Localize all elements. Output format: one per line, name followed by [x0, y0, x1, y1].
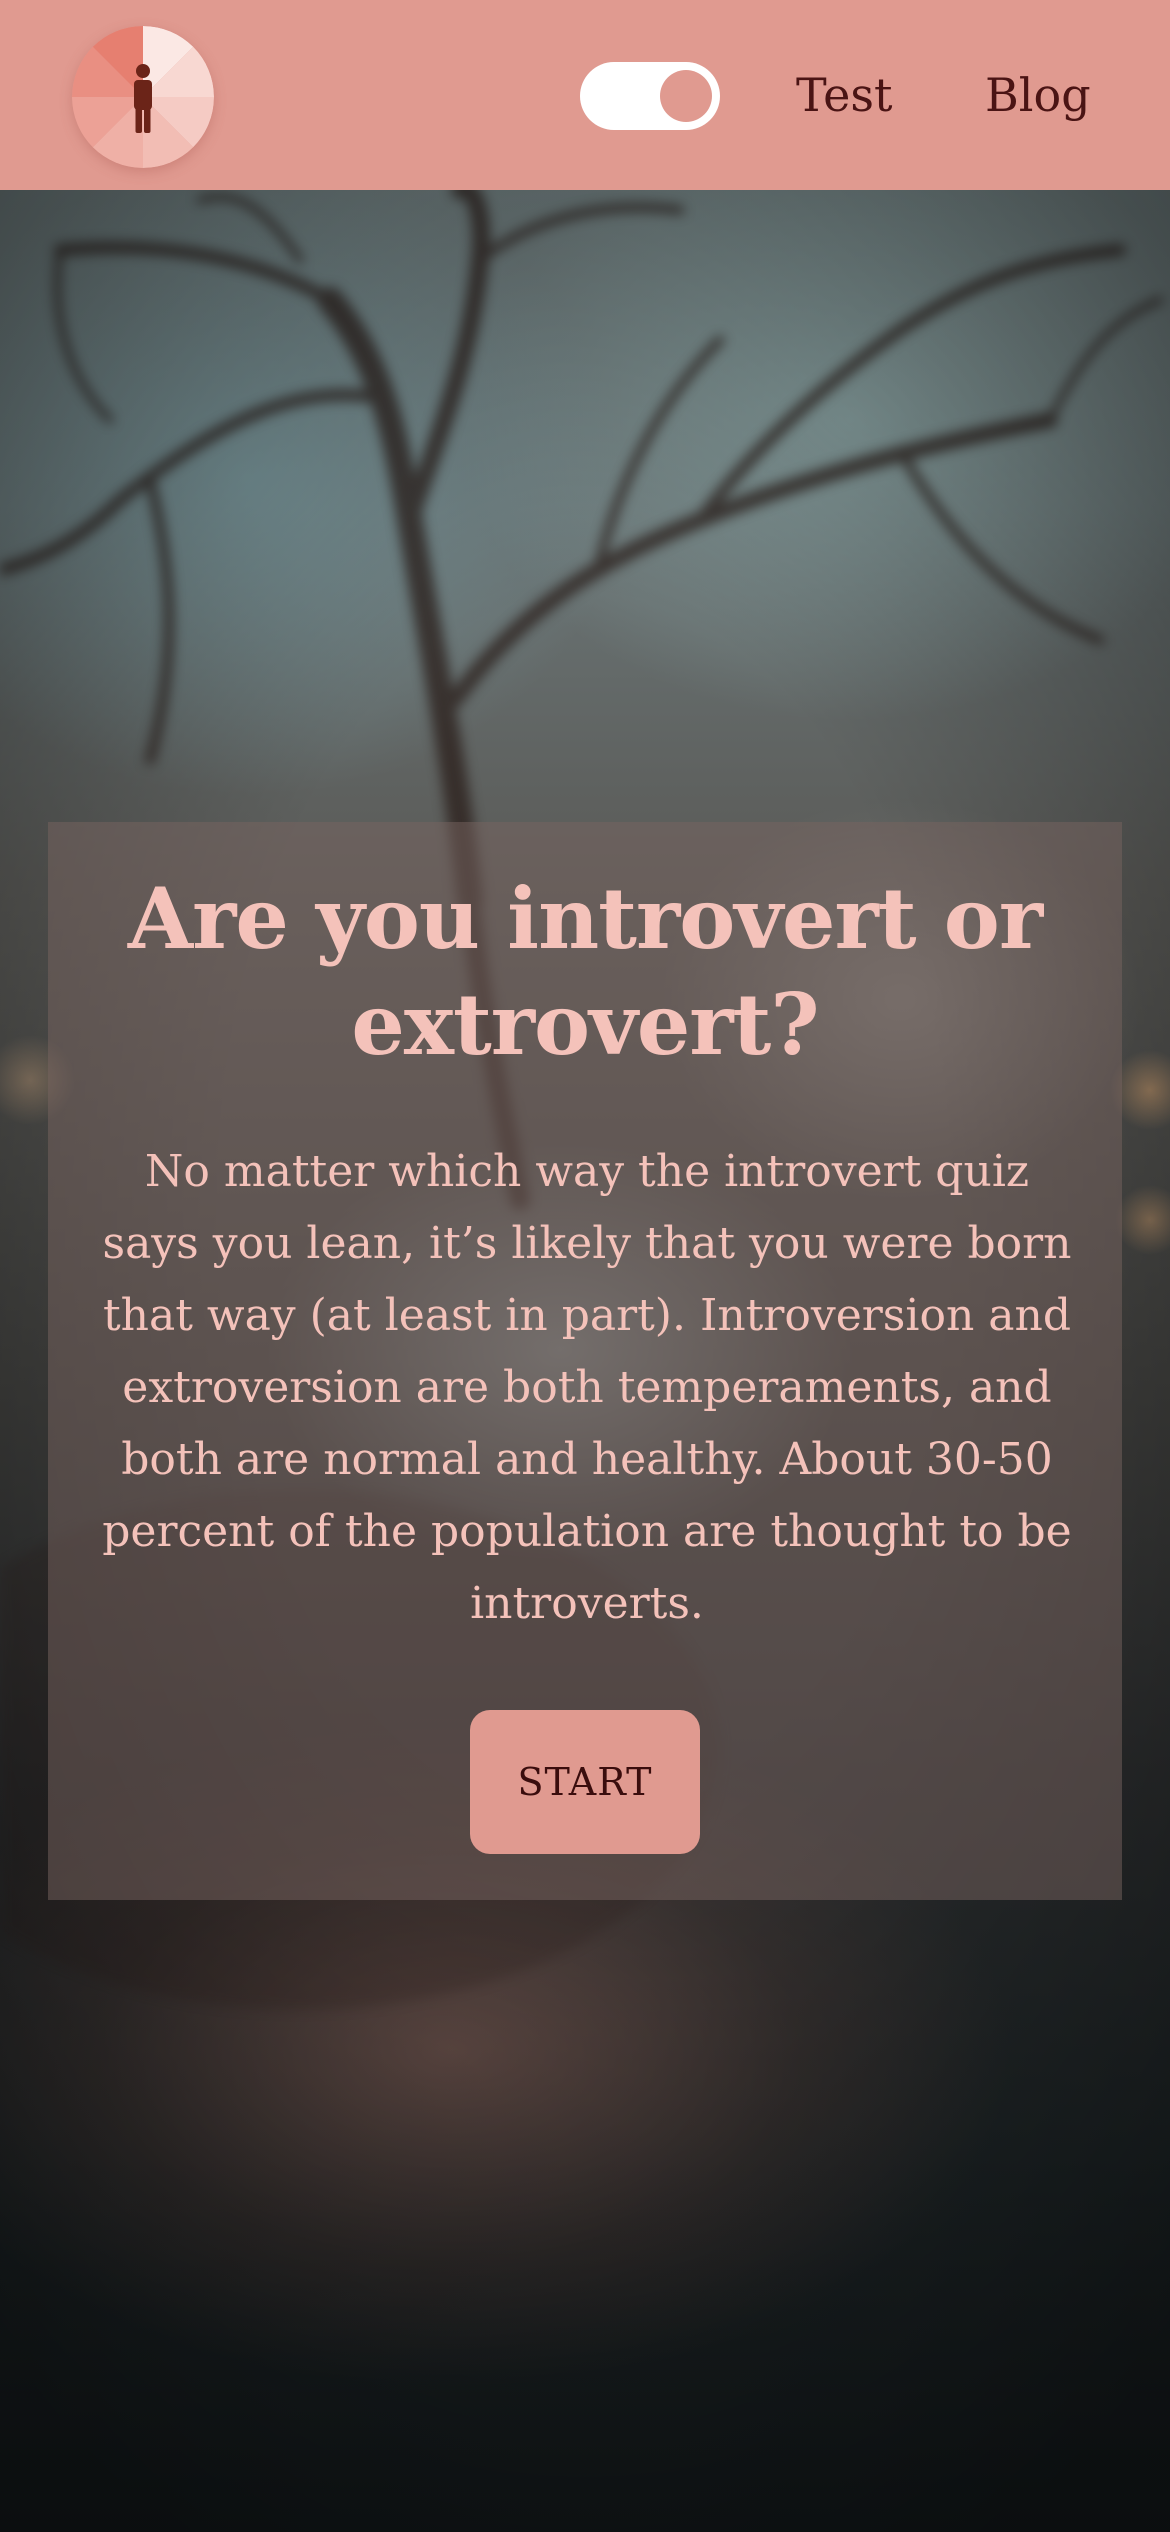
nav-link-blog[interactable]: Blog: [985, 66, 1091, 124]
page-title: Are you introvert or extrovert?: [127, 869, 1043, 1074]
toggle-knob: [660, 70, 712, 122]
nav-link-test[interactable]: Test: [796, 66, 892, 124]
person-in-circle-icon: [72, 26, 214, 168]
theme-toggle[interactable]: [580, 62, 720, 130]
top-navbar: Test Blog: [0, 0, 1170, 190]
hero-description: No matter which way the introvert quiz s…: [102, 1146, 1072, 1629]
hero-card: Are you introvert or extrovert? No matte…: [48, 822, 1122, 1900]
logo[interactable]: [72, 26, 214, 168]
start-button[interactable]: START: [470, 1710, 700, 1854]
